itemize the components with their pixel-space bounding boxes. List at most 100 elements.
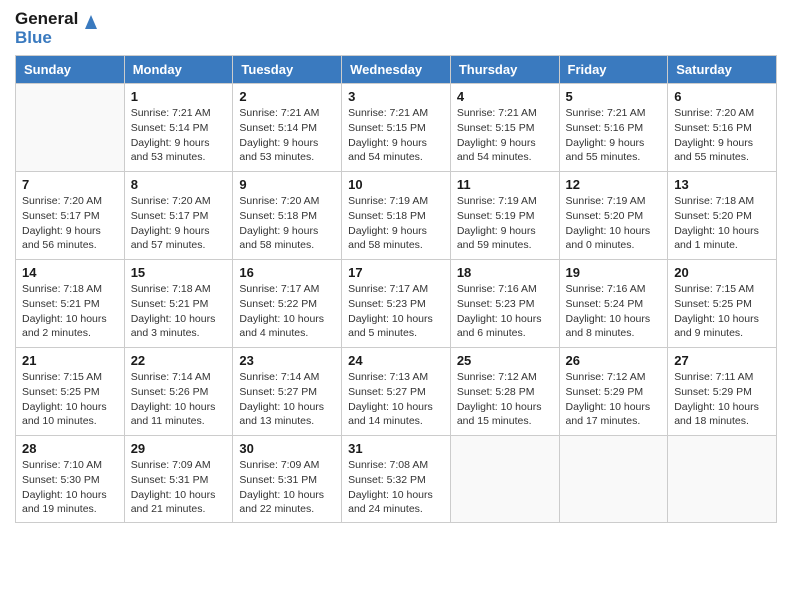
day-number: 28 xyxy=(22,441,118,456)
day-number: 2 xyxy=(239,89,335,104)
calendar-day-cell: 1Sunrise: 7:21 AMSunset: 5:14 PMDaylight… xyxy=(124,84,233,172)
calendar-weekday-header: Sunday xyxy=(16,56,125,84)
day-info: Sunrise: 7:15 AMSunset: 5:25 PMDaylight:… xyxy=(674,282,770,341)
calendar-day-cell: 16Sunrise: 7:17 AMSunset: 5:22 PMDayligh… xyxy=(233,260,342,348)
day-info: Sunrise: 7:21 AMSunset: 5:14 PMDaylight:… xyxy=(131,106,227,165)
day-number: 11 xyxy=(457,177,553,192)
day-info: Sunrise: 7:18 AMSunset: 5:20 PMDaylight:… xyxy=(674,194,770,253)
day-number: 21 xyxy=(22,353,118,368)
day-info: Sunrise: 7:21 AMSunset: 5:15 PMDaylight:… xyxy=(348,106,444,165)
calendar-day-cell xyxy=(668,436,777,523)
calendar-day-cell: 11 Sunrise: 7:19 AMSunset: 5:19 PMDayligh… xyxy=(450,172,559,260)
day-number: 31 xyxy=(348,441,444,456)
calendar-day-cell: 18 Sunrise: 7:16 AMSunset: 5:23 PMDayligh… xyxy=(450,260,559,348)
day-number: 4 xyxy=(457,89,553,104)
day-info: Sunrise: 7:14 AMSunset: 5:27 PMDaylight:… xyxy=(239,370,335,429)
day-info: Sunrise: 7:19 AMSunset: 5:18 PMDaylight:… xyxy=(348,194,444,253)
day-number: 8 xyxy=(131,177,227,192)
day-info: Sunrise: 7:11 AMSunset: 5:29 PMDaylight:… xyxy=(674,370,770,429)
day-info: Sunrise: 7:19 AMSunset: 5:19 PMDaylight:… xyxy=(457,194,553,253)
day-info: Sunrise: 7:18 AMSunset: 5:21 PMDaylight:… xyxy=(22,282,118,341)
calendar-day-cell xyxy=(559,436,668,523)
calendar-weekday-header: Monday xyxy=(124,56,233,84)
day-info: Sunrise: 7:16 AMSunset: 5:23 PMDaylight:… xyxy=(457,282,553,341)
calendar-weekday-header: Tuesday xyxy=(233,56,342,84)
day-number: 12 xyxy=(566,177,662,192)
calendar-day-cell: 13 Sunrise: 7:18 AMSunset: 5:20 PMDayligh… xyxy=(668,172,777,260)
calendar-weekday-header: Friday xyxy=(559,56,668,84)
calendar-day-cell: 31 Sunrise: 7:08 AMSunset: 5:32 PMDayligh… xyxy=(342,436,451,523)
day-number: 30 xyxy=(239,441,335,456)
page: General Blue SundayMondayTuesdayWednesda… xyxy=(0,0,792,533)
calendar-week-row: 14 Sunrise: 7:18 AMSunset: 5:21 PMDayligh… xyxy=(16,260,777,348)
day-number: 20 xyxy=(674,265,770,280)
calendar-day-cell: 9Sunrise: 7:20 AMSunset: 5:18 PMDaylight… xyxy=(233,172,342,260)
logo: General Blue xyxy=(15,10,102,47)
day-number: 24 xyxy=(348,353,444,368)
calendar-day-cell: 12Sunrise: 7:19 AMSunset: 5:20 PMDayligh… xyxy=(559,172,668,260)
day-info: Sunrise: 7:12 AMSunset: 5:29 PMDaylight:… xyxy=(566,370,662,429)
day-info: Sunrise: 7:09 AMSunset: 5:31 PMDaylight:… xyxy=(239,458,335,517)
day-info: Sunrise: 7:13 AMSunset: 5:27 PMDaylight:… xyxy=(348,370,444,429)
calendar-day-cell: 19 Sunrise: 7:16 AMSunset: 5:24 PMDayligh… xyxy=(559,260,668,348)
day-info: Sunrise: 7:16 AMSunset: 5:24 PMDaylight:… xyxy=(566,282,662,341)
calendar-day-cell: 6 Sunrise: 7:20 AMSunset: 5:16 PMDaylight… xyxy=(668,84,777,172)
day-info: Sunrise: 7:21 AMSunset: 5:14 PMDaylight:… xyxy=(239,106,335,165)
day-number: 27 xyxy=(674,353,770,368)
day-number: 29 xyxy=(131,441,227,456)
calendar-day-cell xyxy=(16,84,125,172)
day-number: 9 xyxy=(239,177,335,192)
calendar-header-row: SundayMondayTuesdayWednesdayThursdayFrid… xyxy=(16,56,777,84)
calendar-week-row: 21 Sunrise: 7:15 AMSunset: 5:25 PMDayligh… xyxy=(16,348,777,436)
calendar-day-cell: 23 Sunrise: 7:14 AMSunset: 5:27 PMDayligh… xyxy=(233,348,342,436)
calendar-day-cell: 7Sunrise: 7:20 AMSunset: 5:17 PMDaylight… xyxy=(16,172,125,260)
day-info: Sunrise: 7:17 AMSunset: 5:23 PMDaylight:… xyxy=(348,282,444,341)
day-number: 23 xyxy=(239,353,335,368)
day-info: Sunrise: 7:20 AMSunset: 5:16 PMDaylight:… xyxy=(674,106,770,165)
day-number: 17 xyxy=(348,265,444,280)
header: General Blue xyxy=(15,10,777,47)
day-info: Sunrise: 7:12 AMSunset: 5:28 PMDaylight:… xyxy=(457,370,553,429)
day-number: 10 xyxy=(348,177,444,192)
calendar-day-cell: 20 Sunrise: 7:15 AMSunset: 5:25 PMDayligh… xyxy=(668,260,777,348)
calendar-day-cell: 29 Sunrise: 7:09 AMSunset: 5:31 PMDayligh… xyxy=(124,436,233,523)
calendar-day-cell: 14 Sunrise: 7:18 AMSunset: 5:21 PMDayligh… xyxy=(16,260,125,348)
day-info: Sunrise: 7:10 AMSunset: 5:30 PMDaylight:… xyxy=(22,458,118,517)
calendar-day-cell: 3 Sunrise: 7:21 AMSunset: 5:15 PMDaylight… xyxy=(342,84,451,172)
calendar-day-cell: 15 Sunrise: 7:18 AMSunset: 5:21 PMDayligh… xyxy=(124,260,233,348)
day-number: 13 xyxy=(674,177,770,192)
day-number: 26 xyxy=(566,353,662,368)
calendar: SundayMondayTuesdayWednesdayThursdayFrid… xyxy=(15,55,777,523)
logo-triangle-icon xyxy=(80,11,102,33)
day-info: Sunrise: 7:09 AMSunset: 5:31 PMDaylight:… xyxy=(131,458,227,517)
day-number: 14 xyxy=(22,265,118,280)
day-number: 7 xyxy=(22,177,118,192)
calendar-day-cell: 2 Sunrise: 7:21 AMSunset: 5:14 PMDaylight… xyxy=(233,84,342,172)
day-number: 3 xyxy=(348,89,444,104)
calendar-day-cell: 26 Sunrise: 7:12 AMSunset: 5:29 PMDayligh… xyxy=(559,348,668,436)
calendar-weekday-header: Thursday xyxy=(450,56,559,84)
calendar-weekday-header: Saturday xyxy=(668,56,777,84)
day-number: 16 xyxy=(239,265,335,280)
calendar-day-cell: 22Sunrise: 7:14 AMSunset: 5:26 PMDayligh… xyxy=(124,348,233,436)
calendar-day-cell: 27 Sunrise: 7:11 AMSunset: 5:29 PMDayligh… xyxy=(668,348,777,436)
day-number: 25 xyxy=(457,353,553,368)
day-number: 19 xyxy=(566,265,662,280)
calendar-day-cell: 28 Sunrise: 7:10 AMSunset: 5:30 PMDayligh… xyxy=(16,436,125,523)
day-info: Sunrise: 7:21 AMSunset: 5:16 PMDaylight:… xyxy=(566,106,662,165)
calendar-week-row: 7Sunrise: 7:20 AMSunset: 5:17 PMDaylight… xyxy=(16,172,777,260)
day-info: Sunrise: 7:18 AMSunset: 5:21 PMDaylight:… xyxy=(131,282,227,341)
day-number: 15 xyxy=(131,265,227,280)
calendar-day-cell: 21 Sunrise: 7:15 AMSunset: 5:25 PMDayligh… xyxy=(16,348,125,436)
calendar-weekday-header: Wednesday xyxy=(342,56,451,84)
calendar-day-cell: 30 Sunrise: 7:09 AMSunset: 5:31 PMDayligh… xyxy=(233,436,342,523)
day-info: Sunrise: 7:08 AMSunset: 5:32 PMDaylight:… xyxy=(348,458,444,517)
day-number: 6 xyxy=(674,89,770,104)
day-info: Sunrise: 7:15 AMSunset: 5:25 PMDaylight:… xyxy=(22,370,118,429)
calendar-day-cell: 17 Sunrise: 7:17 AMSunset: 5:23 PMDayligh… xyxy=(342,260,451,348)
calendar-week-row: 1Sunrise: 7:21 AMSunset: 5:14 PMDaylight… xyxy=(16,84,777,172)
day-number: 18 xyxy=(457,265,553,280)
day-number: 22 xyxy=(131,353,227,368)
calendar-day-cell: 10 Sunrise: 7:19 AMSunset: 5:18 PMDayligh… xyxy=(342,172,451,260)
calendar-day-cell: 8Sunrise: 7:20 AMSunset: 5:17 PMDaylight… xyxy=(124,172,233,260)
